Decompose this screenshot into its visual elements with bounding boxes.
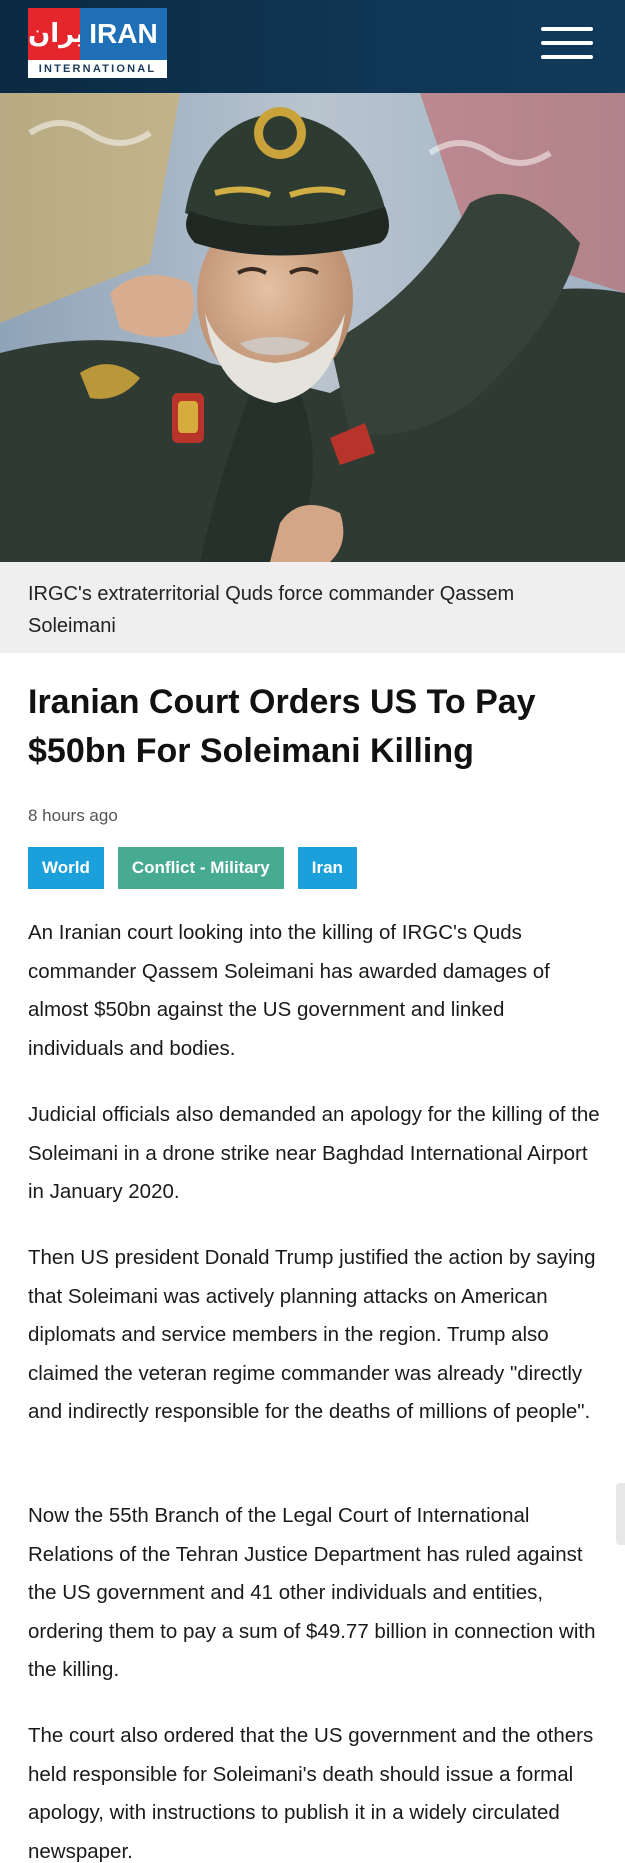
logo-subtitle: INTERNATIONAL — [38, 63, 157, 75]
tag-conflict-military[interactable]: Conflict - Military — [117, 847, 284, 889]
logo-farsi-text: ایران — [28, 19, 94, 49]
article-paragraph: Judicial officials also demanded an apol… — [28, 1103, 600, 1203]
article-paragraph: Now the 55th Branch of the Legal Court o… — [28, 1504, 596, 1681]
scrollbar-thumb[interactable] — [616, 1483, 625, 1545]
image-caption: IRGC's extraterritorial Quds force comma… — [28, 583, 515, 637]
hamburger-menu-icon[interactable] — [541, 27, 593, 59]
site-logo[interactable]: ایران IRAN INTERNATIONAL — [28, 8, 167, 78]
article-page: ایران IRAN INTERNATIONAL IRGC's extrater… — [0, 0, 625, 1863]
logo-mark: ایران IRAN — [28, 8, 167, 60]
tag-iran[interactable]: Iran — [297, 847, 357, 889]
article-timestamp: 8 hours ago — [28, 806, 118, 825]
article-paragraph: Then US president Donald Trump justified… — [28, 1246, 596, 1423]
article-tags: World Conflict - Military Iran — [28, 847, 357, 889]
menu-bar — [541, 27, 593, 31]
hero-image — [0, 93, 625, 562]
article-headline: Iranian Court Orders US To Pay $50bn For… — [28, 683, 536, 770]
menu-bar — [541, 55, 593, 59]
tag-world[interactable]: World — [28, 847, 104, 889]
image-caption-box: IRGC's extraterritorial Quds force comma… — [0, 562, 625, 653]
logo-brand-text: IRAN — [80, 8, 167, 60]
article-paragraph: An Iranian court looking into the killin… — [28, 921, 550, 1060]
article-paragraph: The court also ordered that the US gover… — [28, 1724, 594, 1863]
site-header: ایران IRAN INTERNATIONAL — [0, 0, 625, 93]
menu-bar — [541, 41, 593, 45]
